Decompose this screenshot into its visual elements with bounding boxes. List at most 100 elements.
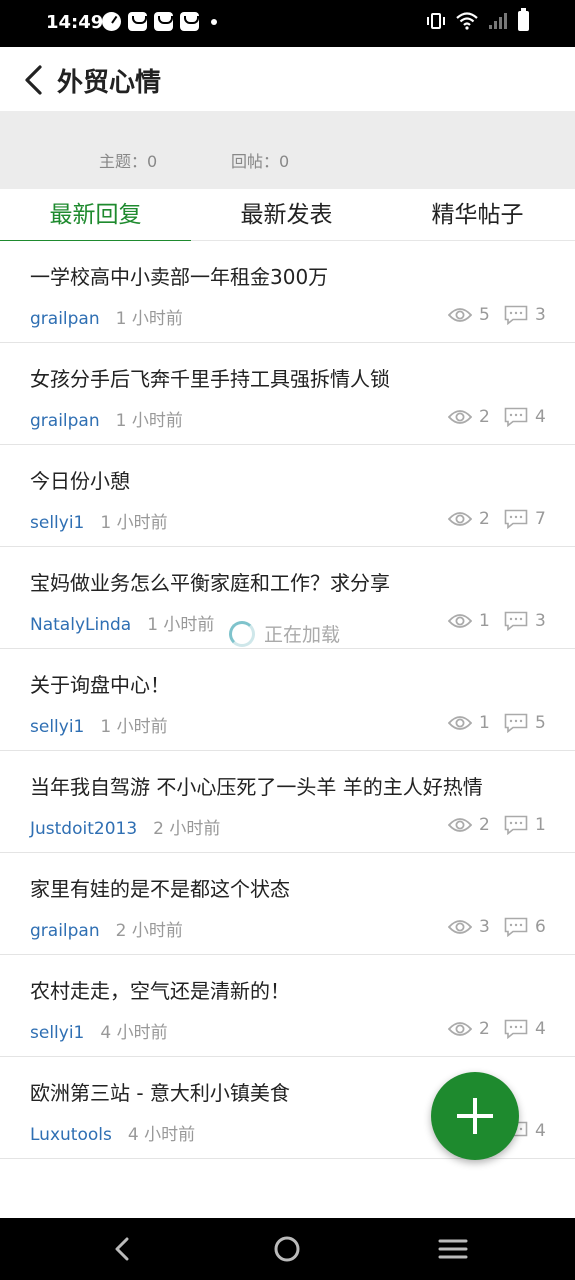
- view-count: 2: [448, 509, 490, 529]
- post-time: 1 小时前: [115, 411, 183, 431]
- post-author[interactable]: sellyi1 1 小时前: [30, 712, 168, 737]
- author-name[interactable]: NatalyLinda: [30, 615, 131, 635]
- comment-icon: [504, 713, 528, 733]
- list-item[interactable]: 女孩分手后飞奔千里手持工具强拆情人锁 grailpan 1 小时前 2 4: [0, 343, 575, 445]
- post-author[interactable]: grailpan 2 小时前: [30, 916, 183, 941]
- reply-count: 4: [504, 407, 546, 427]
- back-nav-icon[interactable]: [102, 1234, 142, 1264]
- post-author[interactable]: sellyi1 4 小时前: [30, 1018, 168, 1043]
- spinner-icon: [229, 620, 255, 647]
- reply-count-value: 4: [535, 1121, 546, 1141]
- reply-count: 5: [504, 713, 546, 733]
- post-title: 宝妈做业务怎么平衡家庭和工作？求分享: [30, 571, 390, 595]
- author-name[interactable]: sellyi1: [30, 717, 84, 737]
- status-bar: 14:49: [0, 0, 575, 47]
- post-time: 4 小时前: [100, 1023, 168, 1043]
- eye-icon: [448, 818, 472, 832]
- reply-count: 7: [504, 509, 546, 529]
- list-item[interactable]: 农村走走，空气还是清新的！ sellyi1 4 小时前 2 4: [0, 955, 575, 1057]
- post-title: 家里有娃的是不是都这个状态: [30, 877, 290, 901]
- list-item[interactable]: 当年我自驾游 不小心压死了一头羊 羊的主人好热情 Justdoit2013 2 小…: [0, 751, 575, 853]
- recents-nav-icon[interactable]: [432, 1234, 472, 1264]
- tab-bar: 最新回复 最新发表 精华帖子: [0, 189, 575, 242]
- view-count-value: 3: [479, 917, 490, 937]
- tab-latest-posts[interactable]: 最新发表: [191, 189, 382, 241]
- tab-latest-replies[interactable]: 最新回复: [0, 189, 191, 242]
- list-item[interactable]: 今日份小憩 sellyi1 1 小时前 2 7: [0, 445, 575, 547]
- author-name[interactable]: sellyi1: [30, 1023, 84, 1043]
- dot-icon: [211, 18, 217, 25]
- reply-count-value: 6: [535, 917, 546, 937]
- post-title: 农村走走，空气还是清新的！: [30, 979, 290, 1003]
- post-author[interactable]: NatalyLinda 1 小时前: [30, 610, 214, 635]
- speedometer-icon: [102, 12, 121, 31]
- eye-icon: [448, 1022, 472, 1036]
- status-time: 14:49: [46, 12, 104, 33]
- eye-icon: [448, 512, 472, 526]
- author-name[interactable]: Justdoit2013: [30, 819, 137, 839]
- author-name[interactable]: grailpan: [30, 411, 100, 431]
- loading-text: 正在加载: [264, 624, 341, 646]
- comment-icon: [504, 611, 528, 631]
- list-item[interactable]: 家里有娃的是不是都这个状态 grailpan 2 小时前 3 6: [0, 853, 575, 955]
- author-name[interactable]: sellyi1: [30, 513, 84, 533]
- view-count: 2: [448, 815, 490, 835]
- list-item[interactable]: 一学校高中小卖部一年租金300万 grailpan 1 小时前 5 3: [0, 241, 575, 343]
- notification-icon: [154, 12, 173, 31]
- eye-icon: [448, 920, 472, 934]
- view-count: 1: [448, 713, 490, 733]
- view-count-value: 2: [479, 407, 490, 427]
- author-name[interactable]: grailpan: [30, 921, 100, 941]
- post-time: 1 小时前: [100, 717, 168, 737]
- post-time: 1 小时前: [115, 309, 183, 329]
- author-name[interactable]: Luxutools: [30, 1125, 112, 1145]
- view-count-value: 1: [479, 611, 490, 631]
- chevron-left-icon[interactable]: [20, 63, 50, 97]
- post-author[interactable]: grailpan 1 小时前: [30, 406, 183, 431]
- vibrate-icon: [427, 13, 445, 29]
- reply-count-value: 4: [535, 1019, 546, 1039]
- post-author[interactable]: Justdoit2013 2 小时前: [30, 814, 220, 839]
- view-count: 3: [448, 917, 490, 937]
- post-list: 一学校高中小卖部一年租金300万 grailpan 1 小时前 5 3 女孩分手后…: [0, 241, 575, 1159]
- eye-icon: [448, 308, 472, 322]
- reply-count: 6: [504, 917, 546, 937]
- post-time: 2 小时前: [153, 819, 221, 839]
- comment-icon: [504, 1019, 528, 1039]
- author-name[interactable]: grailpan: [30, 309, 100, 329]
- post-title: 欧洲第三站 - 意大利小镇美食: [30, 1081, 290, 1105]
- loading-indicator: 正在加载: [229, 620, 340, 647]
- post-time: 1 小时前: [147, 615, 215, 635]
- topic-count: 主题：0: [99, 152, 158, 171]
- battery-icon: [518, 8, 529, 31]
- notification-icon: [128, 12, 147, 31]
- reply-count-value: 1: [535, 815, 546, 835]
- post-author[interactable]: sellyi1 1 小时前: [30, 508, 168, 533]
- eye-icon: [448, 716, 472, 730]
- status-system-icons: [426, 8, 529, 31]
- new-post-button[interactable]: [431, 1072, 519, 1160]
- reply-count-value: 5: [535, 713, 546, 733]
- comment-icon: [504, 815, 528, 835]
- view-count-value: 1: [479, 713, 490, 733]
- post-title: 当年我自驾游 不小心压死了一头羊 羊的主人好热情: [30, 775, 483, 799]
- post-time: 1 小时前: [100, 513, 168, 533]
- wifi-icon: [456, 12, 478, 30]
- home-nav-icon[interactable]: [267, 1234, 307, 1264]
- view-count: 5: [448, 305, 490, 325]
- post-title: 一学校高中小卖部一年租金300万: [30, 265, 329, 289]
- post-time: 4 小时前: [127, 1125, 196, 1145]
- comment-icon: [504, 305, 528, 325]
- status-notification-icons: [102, 12, 217, 31]
- post-author[interactable]: grailpan 1 小时前: [30, 304, 183, 329]
- list-item[interactable]: 关于询盘中心！ sellyi1 1 小时前 1 5: [0, 649, 575, 751]
- view-count-value: 5: [479, 305, 490, 325]
- view-count: 1: [448, 611, 490, 631]
- post-author[interactable]: Luxutools 4 小时前: [30, 1120, 195, 1145]
- reply-count-value: 7: [535, 509, 546, 529]
- post-title: 女孩分手后飞奔千里手持工具强拆情人锁: [30, 367, 390, 391]
- post-title: 今日份小憩: [30, 469, 130, 493]
- view-count-value: 2: [479, 509, 490, 529]
- reply-count: 3: [504, 611, 546, 631]
- tab-featured-posts[interactable]: 精华帖子: [382, 189, 573, 241]
